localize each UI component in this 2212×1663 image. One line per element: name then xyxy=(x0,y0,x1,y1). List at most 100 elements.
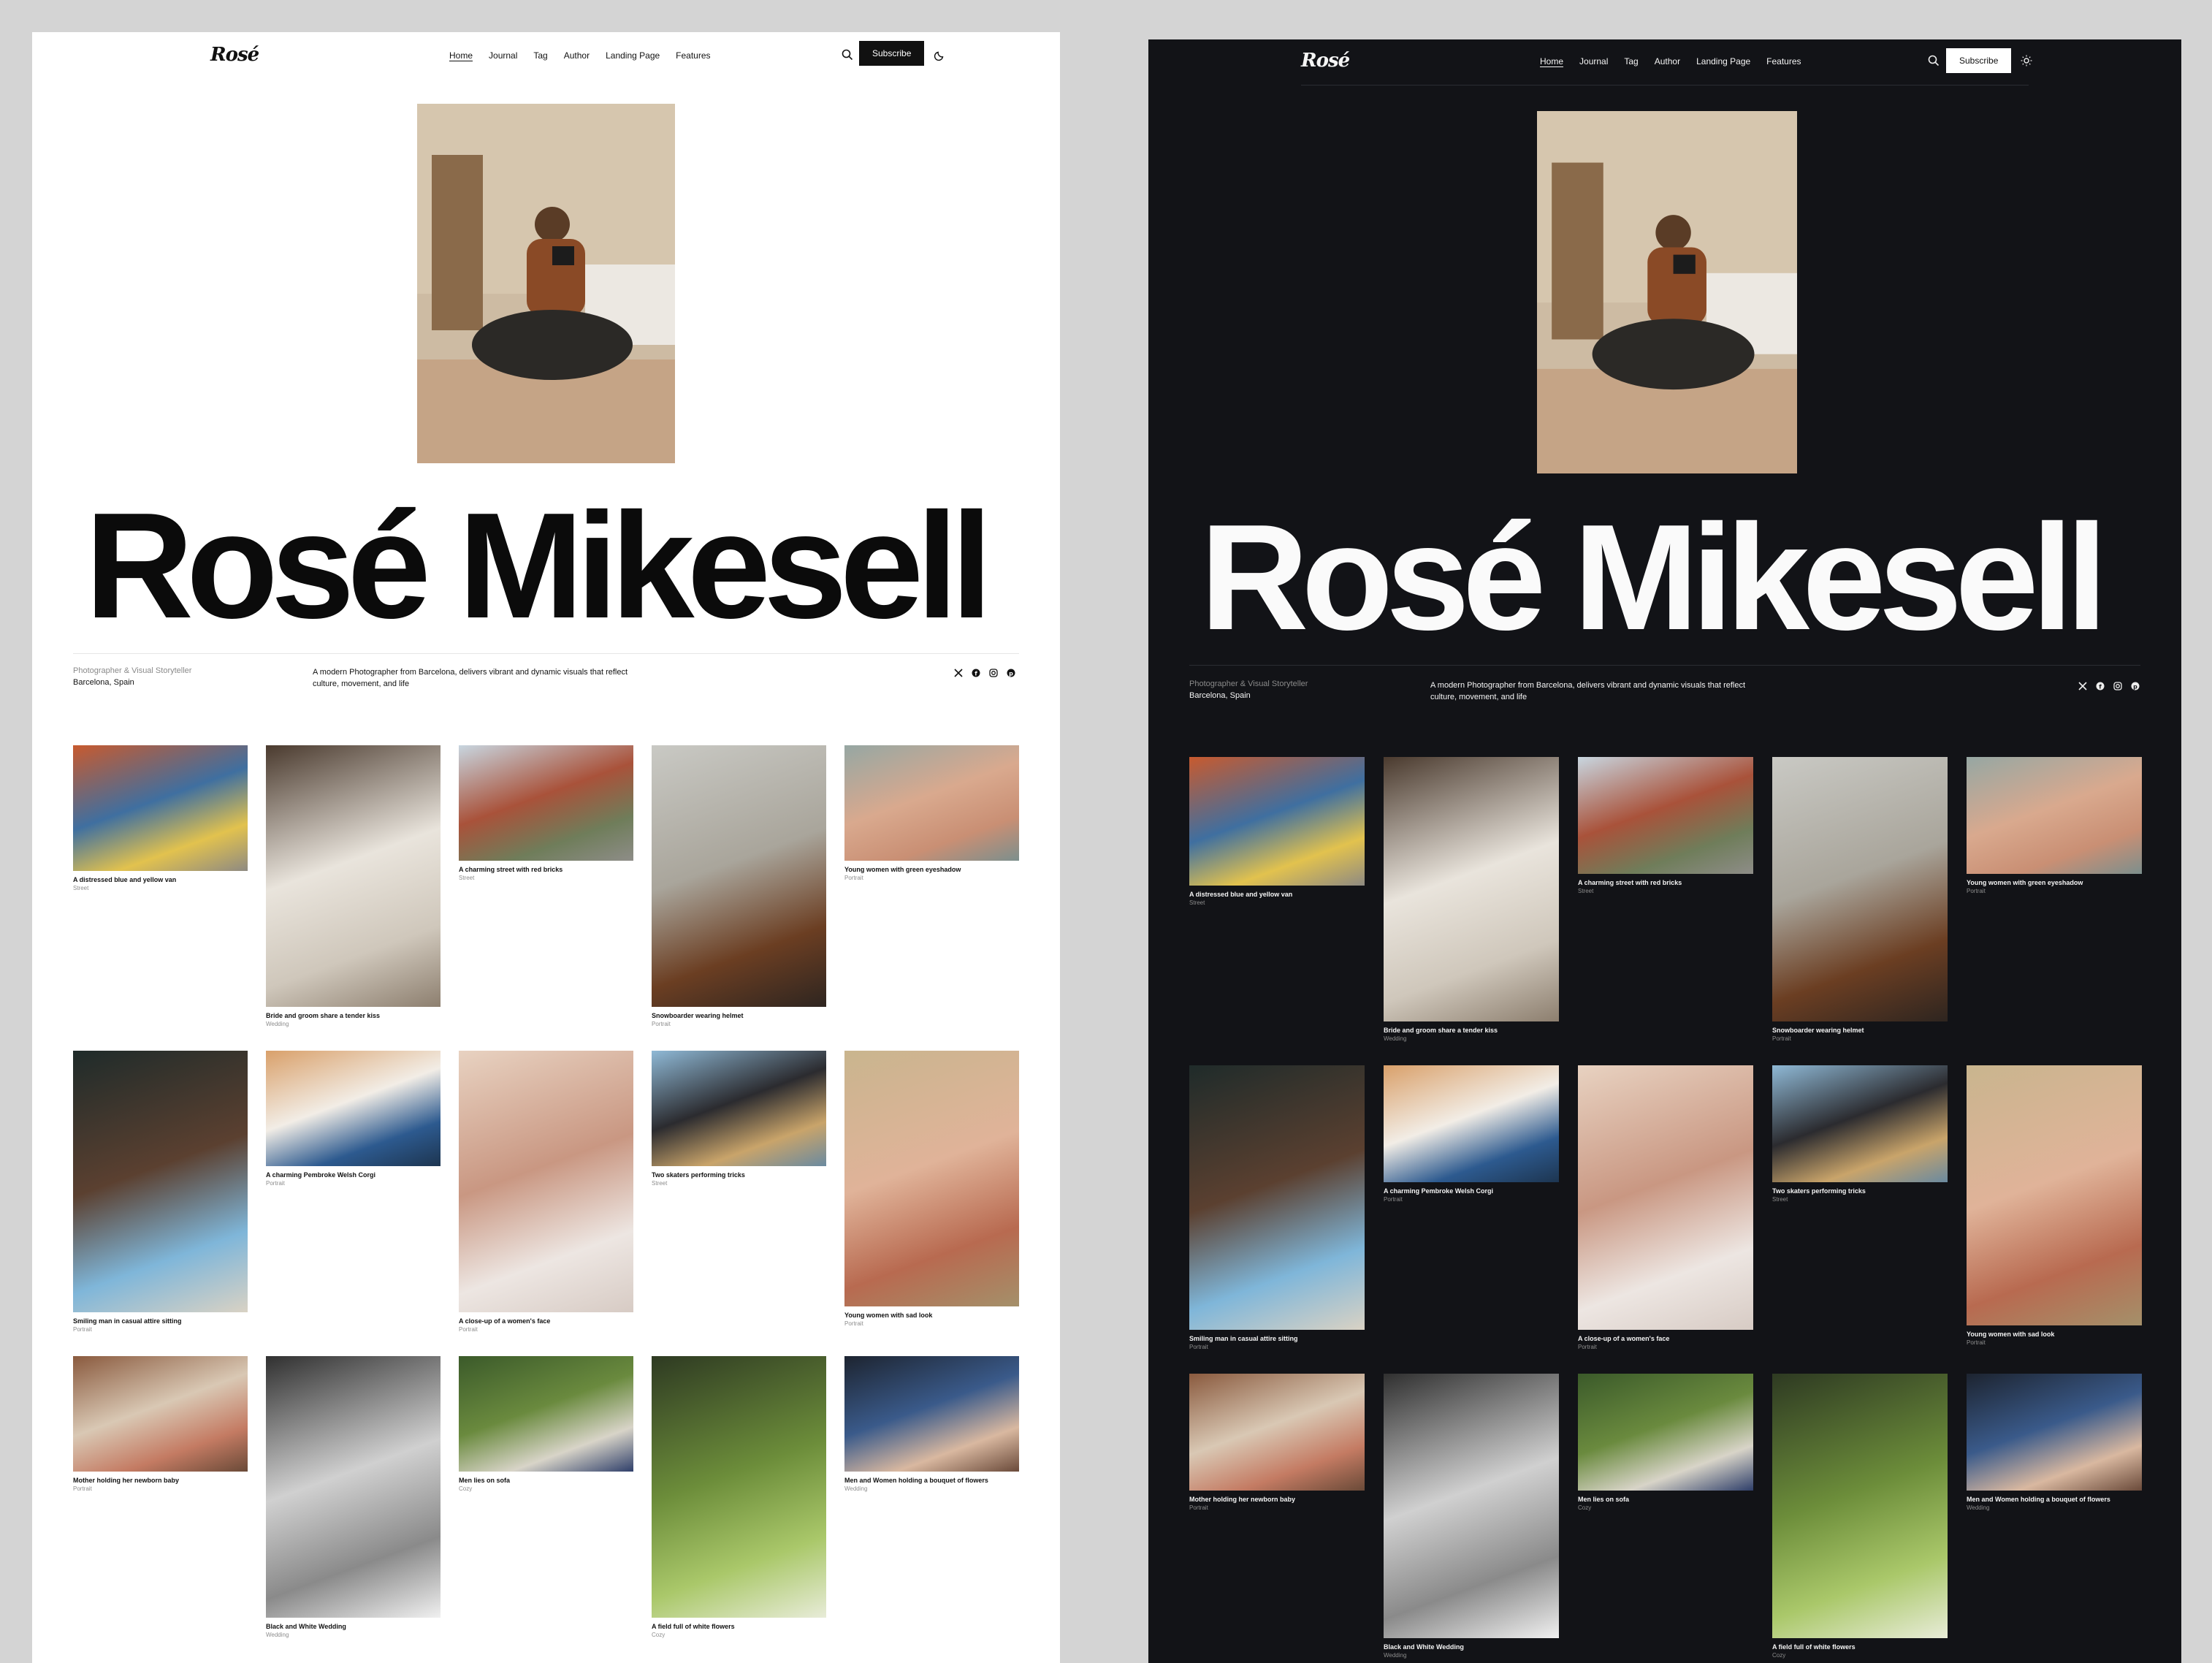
facebook-icon[interactable]: f xyxy=(971,668,981,678)
site-logo[interactable]: Rosé xyxy=(1301,50,1350,72)
post-tag[interactable]: Portrait xyxy=(1384,1196,1559,1203)
post-card[interactable]: Men lies on sofa Cozy xyxy=(1578,1374,1753,1511)
post-card[interactable]: Bride and groom share a tender kiss Weddi… xyxy=(1384,757,1559,1042)
post-title[interactable]: Snowboarder wearing helmet xyxy=(652,1012,826,1019)
post-tag[interactable]: Wedding xyxy=(1384,1035,1559,1042)
post-thumbnail-image[interactable] xyxy=(459,745,633,861)
post-title[interactable]: A charming Pembroke Welsh Corgi xyxy=(266,1171,441,1179)
post-card[interactable]: A distressed blue and yellow van Street xyxy=(1189,757,1365,906)
nav-home[interactable]: Home xyxy=(449,50,473,61)
post-title[interactable]: A charming street with red bricks xyxy=(459,866,633,873)
post-thumbnail-image[interactable] xyxy=(652,745,826,1007)
post-card[interactable]: Young women with green eyeshadow Portrait xyxy=(1967,757,2142,894)
post-card[interactable]: A field full of white flowers Cozy xyxy=(652,1356,826,1638)
post-thumbnail-image[interactable] xyxy=(73,745,248,871)
nav-tag[interactable]: Tag xyxy=(533,50,547,61)
post-tag[interactable]: Cozy xyxy=(1772,1652,1948,1659)
post-title[interactable]: Young women with sad look xyxy=(844,1312,1019,1319)
post-tag[interactable]: Wedding xyxy=(1384,1652,1559,1659)
post-thumbnail-image[interactable] xyxy=(1189,757,1365,886)
post-title[interactable]: Young women with sad look xyxy=(1967,1331,2142,1338)
post-card[interactable]: Young women with sad look Portrait xyxy=(1967,1065,2142,1346)
post-card[interactable]: A field full of white flowers Cozy xyxy=(1772,1374,1948,1659)
post-card[interactable]: A charming Pembroke Welsh Corgi Portrait xyxy=(266,1051,441,1187)
post-tag[interactable]: Cozy xyxy=(1578,1504,1753,1511)
post-thumbnail-image[interactable] xyxy=(266,745,441,1007)
nav-journal[interactable]: Journal xyxy=(489,50,517,61)
pinterest-icon[interactable]: p xyxy=(1006,668,1016,678)
post-thumbnail-image[interactable] xyxy=(652,1051,826,1166)
nav-home[interactable]: Home xyxy=(1540,56,1563,66)
pinterest-icon[interactable]: p xyxy=(2130,681,2140,691)
post-thumbnail-image[interactable] xyxy=(844,745,1019,861)
post-card[interactable]: Bride and groom share a tender kiss Weddi… xyxy=(266,745,441,1027)
post-card[interactable]: Young women with green eyeshadow Portrait xyxy=(844,745,1019,881)
post-card[interactable]: Two skaters performing tricks Street xyxy=(652,1051,826,1187)
post-card[interactable]: Smiling man in casual attire sitting Port… xyxy=(1189,1065,1365,1350)
post-card[interactable]: Mother holding her newborn baby Portrait xyxy=(1189,1374,1365,1511)
post-card[interactable]: Black and White Wedding Wedding xyxy=(266,1356,441,1638)
post-thumbnail-image[interactable] xyxy=(1967,757,2142,874)
post-title[interactable]: Two skaters performing tricks xyxy=(652,1171,826,1179)
facebook-icon[interactable]: f xyxy=(2095,681,2105,691)
post-card[interactable]: Mother holding her newborn baby Portrait xyxy=(73,1356,248,1492)
post-card[interactable]: Men and Women holding a bouquet of flowe… xyxy=(844,1356,1019,1492)
nav-author[interactable]: Author xyxy=(564,50,590,61)
moon-icon[interactable] xyxy=(934,48,947,61)
subscribe-button[interactable]: Subscribe xyxy=(859,41,925,66)
post-card[interactable]: Smiling man in casual attire sitting Port… xyxy=(73,1051,248,1333)
post-tag[interactable]: Street xyxy=(1578,888,1753,894)
nav-tag[interactable]: Tag xyxy=(1624,56,1638,66)
post-tag[interactable]: Street xyxy=(1772,1196,1948,1203)
post-title[interactable]: A charming Pembroke Welsh Corgi xyxy=(1384,1187,1559,1195)
post-tag[interactable]: Portrait xyxy=(266,1180,441,1187)
post-card[interactable]: A distressed blue and yellow van Street xyxy=(73,745,248,891)
post-card[interactable]: A close-up of a women's face Portrait xyxy=(459,1051,633,1333)
post-title[interactable]: A close-up of a women's face xyxy=(1578,1335,1753,1342)
post-card[interactable]: Men and Women holding a bouquet of flowe… xyxy=(1967,1374,2142,1511)
post-tag[interactable]: Portrait xyxy=(1189,1504,1365,1511)
post-title[interactable]: Men lies on sofa xyxy=(1578,1496,1753,1503)
post-title[interactable]: Black and White Wedding xyxy=(266,1623,441,1630)
post-card[interactable]: Snowboarder wearing helmet Portrait xyxy=(652,745,826,1027)
post-tag[interactable]: Portrait xyxy=(844,875,1019,881)
post-title[interactable]: Young women with green eyeshadow xyxy=(1967,879,2142,886)
post-title[interactable]: Men and Women holding a bouquet of flowe… xyxy=(844,1477,1019,1484)
sun-icon[interactable] xyxy=(2020,54,2033,67)
post-card[interactable]: A charming Pembroke Welsh Corgi Portrait xyxy=(1384,1065,1559,1203)
post-title[interactable]: Black and White Wedding xyxy=(1384,1643,1559,1651)
post-title[interactable]: A distressed blue and yellow van xyxy=(1189,891,1365,898)
post-tag[interactable]: Wedding xyxy=(844,1485,1019,1492)
post-thumbnail-image[interactable] xyxy=(1578,757,1753,874)
post-thumbnail-image[interactable] xyxy=(1384,757,1559,1021)
post-tag[interactable]: Street xyxy=(652,1180,826,1187)
post-title[interactable]: Mother holding her newborn baby xyxy=(73,1477,248,1484)
post-thumbnail-image[interactable] xyxy=(1772,757,1948,1021)
post-title[interactable]: A field full of white flowers xyxy=(652,1623,826,1630)
post-tag[interactable]: Portrait xyxy=(459,1326,633,1333)
post-tag[interactable]: Portrait xyxy=(1772,1035,1948,1042)
post-card[interactable]: Black and White Wedding Wedding xyxy=(1384,1374,1559,1659)
post-title[interactable]: Smiling man in casual attire sitting xyxy=(1189,1335,1365,1342)
post-tag[interactable]: Portrait xyxy=(1967,888,2142,894)
post-tag[interactable]: Street xyxy=(1189,899,1365,906)
search-icon[interactable] xyxy=(1927,54,1940,67)
post-card[interactable]: A close-up of a women's face Portrait xyxy=(1578,1065,1753,1350)
post-tag[interactable]: Wedding xyxy=(266,1632,441,1638)
post-thumbnail-image[interactable] xyxy=(1772,1065,1948,1182)
post-title[interactable]: Bride and groom share a tender kiss xyxy=(266,1012,441,1019)
post-title[interactable]: Men and Women holding a bouquet of flowe… xyxy=(1967,1496,2142,1503)
subscribe-button[interactable]: Subscribe xyxy=(1946,48,2012,73)
post-thumbnail-image[interactable] xyxy=(652,1356,826,1618)
nav-features[interactable]: Features xyxy=(676,50,710,61)
nav-journal[interactable]: Journal xyxy=(1579,56,1608,66)
post-thumbnail-image[interactable] xyxy=(266,1051,441,1166)
post-title[interactable]: A distressed blue and yellow van xyxy=(73,876,248,883)
post-title[interactable]: Mother holding her newborn baby xyxy=(1189,1496,1365,1503)
post-tag[interactable]: Portrait xyxy=(73,1326,248,1333)
post-title[interactable]: Men lies on sofa xyxy=(459,1477,633,1484)
post-title[interactable]: Two skaters performing tricks xyxy=(1772,1187,1948,1195)
post-thumbnail-image[interactable] xyxy=(1578,1065,1753,1330)
post-tag[interactable]: Portrait xyxy=(1967,1339,2142,1346)
nav-landing-page[interactable]: Landing Page xyxy=(1696,56,1750,66)
